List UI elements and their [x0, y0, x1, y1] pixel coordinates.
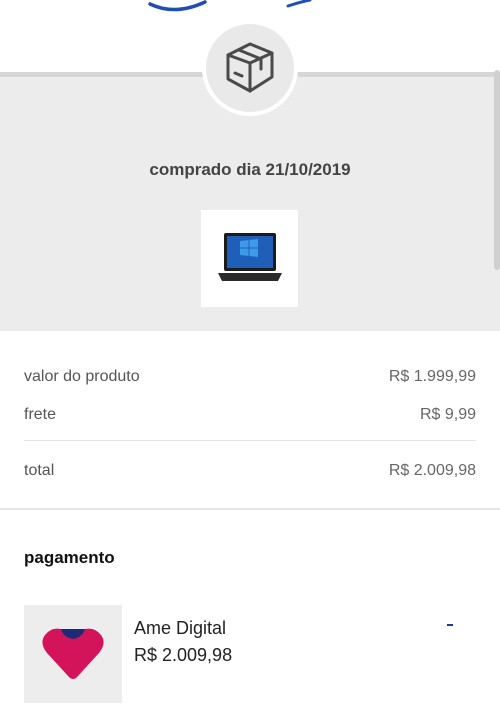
payment-method-logo	[24, 605, 122, 703]
order-status-badge	[202, 20, 298, 116]
total-label: total	[24, 462, 55, 479]
product-value-label: valor do produto	[24, 368, 140, 385]
section-divider	[0, 508, 500, 510]
freight-label: frete	[24, 406, 57, 423]
summary-row-product: valor do produto R$ 1.999,99	[24, 368, 476, 386]
total-amount: R$ 2.009,98	[388, 462, 476, 479]
payment-amount: R$ 2.009,98	[134, 645, 233, 665]
payment-section-title: pagamento	[24, 548, 115, 567]
purchase-date-label: comprado dia 21/10/2019	[149, 160, 351, 179]
collapse-toggle[interactable]	[447, 624, 453, 626]
summary-row-total: total R$ 2.009,98	[24, 462, 476, 480]
freight-amount: R$ 9,99	[419, 406, 476, 423]
summary-row-freight: frete R$ 9,99	[24, 406, 476, 424]
payment-method-name: Ame Digital	[134, 618, 227, 638]
laptop-thumbnail	[217, 232, 282, 281]
product-thumbnail[interactable]	[201, 210, 298, 307]
product-value-amount: R$ 1.999,99	[388, 368, 476, 385]
summary-divider	[24, 440, 476, 441]
ame-logo-icon	[42, 628, 104, 679]
package-box-icon	[226, 42, 274, 93]
